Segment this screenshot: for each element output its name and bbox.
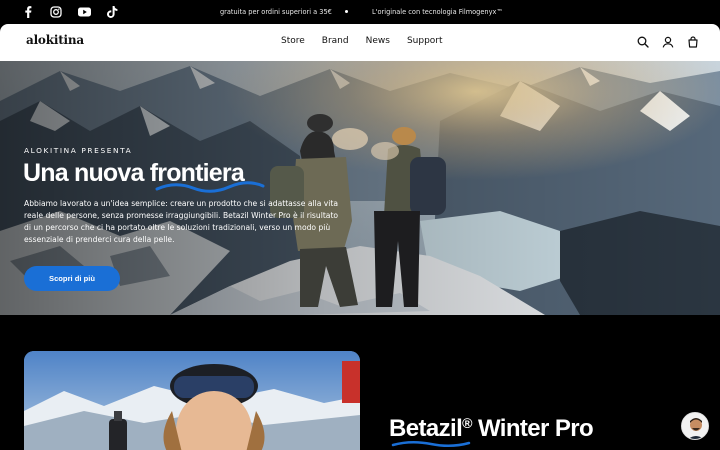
logo[interactable]: alokitina [26, 33, 84, 47]
cart-icon[interactable] [686, 35, 700, 49]
chat-avatar-button[interactable] [681, 412, 709, 440]
product-photo [24, 351, 360, 450]
announcement-shipping: gratuita per ordini superiori a 35€ [220, 8, 332, 16]
nav-item-store[interactable]: Store [281, 36, 305, 46]
announcement-technology: L'originale con tecnologia Filmogenyx™ [372, 8, 503, 16]
account-icon[interactable] [661, 35, 675, 49]
hero-banner: ALOKITINA PRESENTA Una nuova frontiera A… [0, 61, 720, 315]
product-title-brand: Betazil [389, 415, 463, 442]
facebook-icon[interactable] [20, 4, 36, 20]
title-underline-swoosh [155, 181, 265, 193]
social-links [20, 4, 120, 20]
site-header: alokitina Store Brand News Support [0, 24, 720, 61]
announcement-bar: gratuita per ordini superiori a 35€ L'or… [0, 0, 720, 24]
nav-item-news[interactable]: News [366, 36, 390, 46]
hero-eyebrow: ALOKITINA PRESENTA [24, 146, 133, 155]
product-title-swoosh [391, 441, 471, 447]
hero-description: Abbiamo lavorato a un'idea semplice: cre… [24, 199, 339, 244]
nav-item-support[interactable]: Support [407, 36, 443, 46]
nav-item-brand[interactable]: Brand [322, 36, 349, 46]
search-icon[interactable] [636, 35, 650, 49]
header-actions [636, 35, 700, 49]
youtube-icon[interactable] [76, 4, 92, 20]
tiktok-icon[interactable] [104, 4, 120, 20]
product-title-name: Winter Pro [471, 415, 594, 442]
discover-more-button[interactable]: Scopri di più [24, 266, 120, 291]
product-image [24, 351, 360, 450]
instagram-icon[interactable] [48, 4, 64, 20]
main-nav: Store Brand News Support [281, 36, 443, 46]
registered-mark: ® [462, 415, 472, 431]
support-agent-avatar [682, 413, 708, 439]
separator-dot [345, 10, 348, 13]
